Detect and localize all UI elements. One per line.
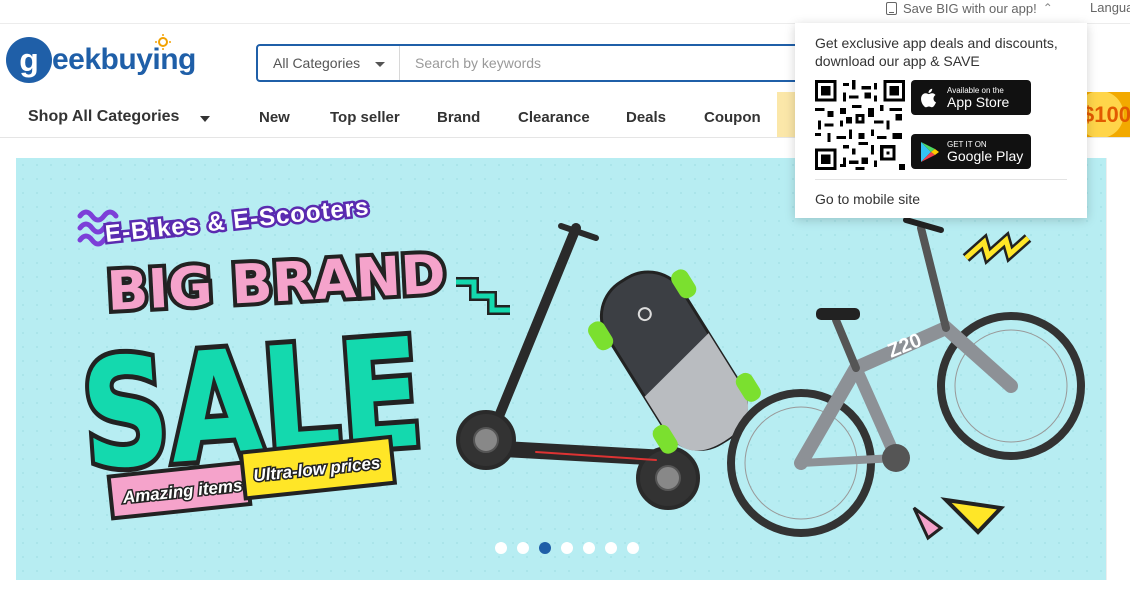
- category-select[interactable]: All Categories: [258, 46, 400, 80]
- nav-item-deals[interactable]: Deals: [626, 109, 666, 126]
- svg-text:g: g: [19, 42, 39, 78]
- svg-text:eekbuying: eekbuying: [52, 43, 196, 76]
- app-download-popup: Get exclusive app deals and discounts, d…: [795, 23, 1087, 218]
- qr-code-icon: [815, 80, 905, 170]
- phone-icon: [886, 1, 897, 15]
- carousel-dots: [16, 542, 1106, 554]
- nav-item-coupon[interactable]: Coupon: [704, 109, 761, 126]
- hero-banner[interactable]: E-Bikes & E-Scooters BIG BRAND SALE Amaz…: [16, 158, 1106, 580]
- language-selector[interactable]: Langua: [1090, 0, 1130, 15]
- geekbuying-logo[interactable]: g eekbuying: [5, 34, 205, 86]
- go-to-mobile-site-link[interactable]: Go to mobile site: [815, 191, 920, 207]
- skateboard-illustration: [588, 269, 761, 454]
- headline-top: E-Bikes & E-Scooters: [104, 193, 371, 248]
- carousel-dot-active[interactable]: [539, 542, 551, 554]
- ebike-illustration: Z20: [727, 217, 1085, 537]
- nav-item-new[interactable]: New: [259, 109, 290, 126]
- carousel-dot[interactable]: [627, 542, 639, 554]
- banner-artwork: E-Bikes & E-Scooters BIG BRAND SALE Amaz…: [71, 191, 1085, 541]
- top-bar: Save BIG with our app! ⌃ Langua: [0, 0, 1130, 24]
- chevron-up-icon: ⌃: [1042, 1, 1053, 15]
- promo-badge-text: $100: [1082, 102, 1130, 127]
- nav-item-brand[interactable]: Brand: [437, 109, 480, 126]
- google-play-big-text: Google Play: [947, 147, 1024, 164]
- store-buttons: Available on the App Store GET IT ON Goo…: [911, 80, 1031, 170]
- carousel-dot[interactable]: [583, 542, 595, 554]
- google-play-button[interactable]: GET IT ON Google Play: [911, 134, 1031, 169]
- save-with-app-link[interactable]: Save BIG with our app! ⌃: [886, 0, 1053, 16]
- carousel-dot[interactable]: [561, 542, 573, 554]
- carousel-dot[interactable]: [517, 542, 529, 554]
- app-link-label: Save BIG with our app!: [903, 0, 1037, 16]
- shop-all-categories[interactable]: Shop All Categories: [28, 108, 179, 126]
- popup-description: Get exclusive app deals and discounts, d…: [815, 35, 1058, 69]
- nav-item-top-seller[interactable]: Top seller: [330, 109, 400, 126]
- search-bar: All Categories: [256, 44, 816, 82]
- apple-icon: [921, 88, 936, 107]
- google-play-icon: [921, 141, 939, 162]
- caret-down-icon: [200, 116, 210, 122]
- category-select-value: All Categories: [273, 55, 361, 71]
- side-panel-edge: [1106, 158, 1130, 580]
- nav-item-clearance[interactable]: Clearance: [518, 109, 590, 126]
- pink-triangle-icon: [912, 506, 944, 541]
- search-input[interactable]: [400, 46, 814, 80]
- yellow-triangle-icon: [940, 497, 1006, 535]
- caret-down-icon: [375, 62, 385, 67]
- carousel-dot[interactable]: [605, 542, 617, 554]
- app-store-big-text: App Store: [947, 93, 1010, 110]
- app-store-button[interactable]: Available on the App Store: [911, 80, 1031, 115]
- carousel-dot[interactable]: [495, 542, 507, 554]
- popup-divider: [815, 179, 1067, 180]
- popup-download-row: Available on the App Store GET IT ON Goo…: [815, 80, 1031, 170]
